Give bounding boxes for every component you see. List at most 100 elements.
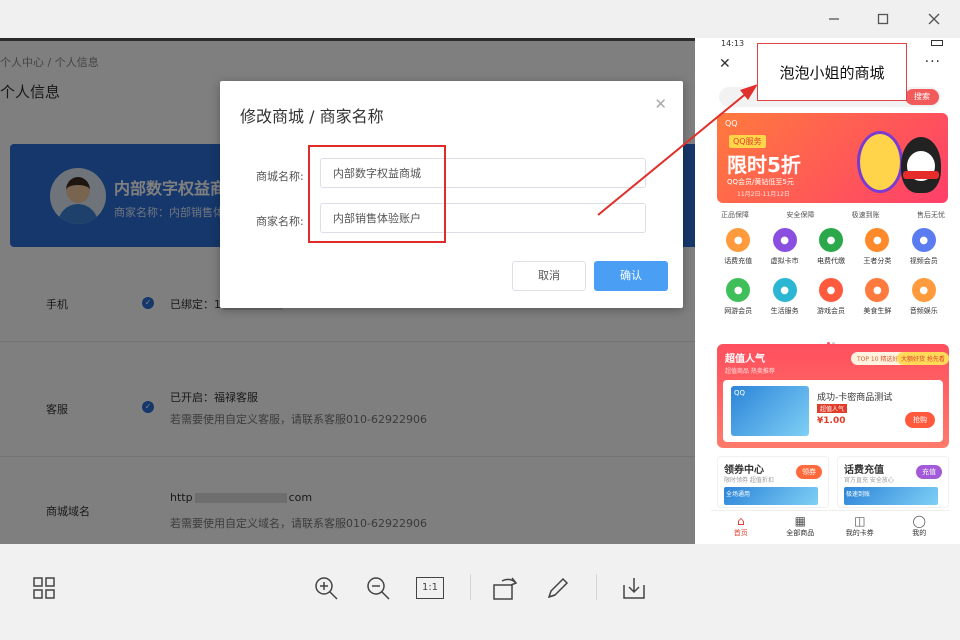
battery-icon bbox=[931, 40, 943, 46]
category-label: 视频会员 bbox=[909, 257, 938, 265]
tab-all-products[interactable]: ▦ 全部商品 bbox=[771, 511, 831, 544]
viewer-toolbar: 1:1 bbox=[0, 544, 960, 640]
category-item[interactable]: ● 美食生鲜 bbox=[854, 278, 900, 316]
guarantee-strip: 正品保障 安全保障 极速到账 售后无忧 bbox=[717, 210, 949, 222]
category-label: 游戏会员 bbox=[816, 307, 845, 315]
maximize-icon[interactable] bbox=[871, 8, 895, 30]
toolbar-divider bbox=[596, 574, 597, 600]
card-icon: ● bbox=[772, 228, 797, 252]
zoom-in-icon[interactable] bbox=[310, 572, 342, 604]
category-label: 话费充值 bbox=[724, 257, 753, 265]
bottom-tabbar: ⌂ 首页 ▦ 全部商品 ◫ 我的卡券 ◯ 我的 bbox=[711, 510, 949, 544]
category-label: 王者分类 bbox=[863, 257, 892, 265]
music-icon: ● bbox=[911, 278, 936, 302]
hot-sub: 超值商品 热卖推荐 bbox=[725, 368, 775, 375]
zoom-out-icon[interactable] bbox=[362, 572, 394, 604]
category-label: 电费代缴 bbox=[816, 257, 845, 265]
gamepad-icon: ● bbox=[726, 278, 751, 302]
guarantee-item: 安全保障 bbox=[786, 211, 815, 219]
download-icon[interactable] bbox=[618, 572, 650, 604]
recharge-sub: 官方直充 安全放心 bbox=[844, 477, 894, 484]
coupon-image: 全场通用 bbox=[724, 487, 818, 505]
more-icon[interactable]: ··· bbox=[925, 54, 941, 70]
coupon-sub: 限时领券 超值折扣 bbox=[724, 477, 774, 484]
category-label: 音频娱乐 bbox=[909, 307, 938, 315]
tab-me[interactable]: ◯ 我的 bbox=[890, 511, 950, 544]
banner-dates: 11月2日-11月12日 bbox=[737, 191, 790, 198]
tab-label: 全部商品 bbox=[786, 529, 815, 537]
minimize-icon[interactable] bbox=[822, 8, 846, 30]
highlight-box bbox=[308, 145, 446, 243]
category-label: 虚拟卡市 bbox=[770, 257, 799, 265]
home-icon: ● bbox=[772, 278, 797, 302]
recharge-image: 极速到账 bbox=[844, 487, 938, 505]
close-icon[interactable] bbox=[922, 8, 946, 30]
tab-home[interactable]: ⌂ 首页 bbox=[711, 511, 771, 544]
product-name: 成功-卡密商品测试 bbox=[817, 393, 893, 403]
hot-badge: 大额好货 抢先看 bbox=[897, 352, 949, 365]
close-icon[interactable]: ✕ bbox=[719, 56, 731, 72]
carousel-dots bbox=[827, 330, 837, 345]
mascot-illustration bbox=[857, 131, 903, 193]
star-icon: ● bbox=[818, 278, 843, 302]
bolt-icon: ● bbox=[818, 228, 843, 252]
category-item[interactable]: ● 话费充值 bbox=[715, 228, 761, 266]
category-label: 网游会员 bbox=[724, 307, 753, 315]
category-label: 生活服务 bbox=[770, 307, 799, 315]
category-item[interactable]: ● 王者分类 bbox=[854, 228, 900, 266]
cancel-button[interactable]: 取消 bbox=[512, 261, 586, 291]
recharge-card[interactable]: 话费充值 官方直充 安全放心 充值 极速到账 bbox=[837, 456, 949, 508]
product-image: QQ bbox=[731, 386, 809, 436]
category-item[interactable]: ● 游戏会员 bbox=[808, 278, 854, 316]
banner-headline: 限时5折 bbox=[727, 153, 801, 177]
hot-title: 超值人气 bbox=[725, 354, 765, 365]
guarantee-item: 极速到账 bbox=[851, 211, 880, 219]
dialog-title: 修改商城 / 商家名称 bbox=[240, 107, 384, 126]
tv-icon: ● bbox=[911, 228, 936, 252]
grid-icon: ▦ bbox=[794, 514, 806, 528]
coupon-row: 领券中心 限时领券 超值折扣 领券 全场通用 话费充值 官方直充 安全放心 充值… bbox=[717, 456, 949, 508]
image-viewer: 个人中心 / 个人信息 个人信息 内部数字权益商 商家名称：内部销售体 手机 ✓… bbox=[0, 38, 960, 544]
category-label: 美食生鲜 bbox=[863, 307, 892, 315]
buy-button[interactable]: 抢购 bbox=[905, 412, 935, 428]
category-item[interactable]: ● 电费代缴 bbox=[808, 228, 854, 266]
category-item[interactable]: ● 生活服务 bbox=[761, 278, 807, 316]
phone-icon: ● bbox=[726, 228, 751, 252]
user-icon: ◯ bbox=[912, 514, 926, 528]
qq-penguin-illustration bbox=[901, 137, 941, 193]
tab-label: 我的 bbox=[912, 529, 927, 537]
category-item[interactable]: ● 视频会员 bbox=[901, 228, 947, 266]
promo-banner[interactable]: QQ QQ服务 限时5折 QQ会员/黄钻低至5元 11月2日-11月12日 bbox=[717, 113, 948, 203]
merchant-name-label: 商家名称: bbox=[256, 215, 304, 228]
category-item[interactable]: ● 虚拟卡市 bbox=[761, 228, 807, 266]
confirm-button[interactable]: 确认 bbox=[594, 261, 668, 291]
dialog-close-icon[interactable]: ✕ bbox=[654, 95, 667, 113]
banner-brand: QQ bbox=[725, 119, 738, 128]
edit-icon[interactable] bbox=[542, 572, 574, 604]
banner-tag: QQ服务 bbox=[729, 135, 766, 148]
edit-name-dialog: 修改商城 / 商家名称 ✕ 商城名称: 商家名称: 取消 确认 bbox=[220, 81, 683, 308]
guarantee-item: 正品保障 bbox=[721, 211, 749, 219]
search-button[interactable]: 搜索 bbox=[905, 89, 939, 105]
home-icon: ⌂ bbox=[736, 514, 745, 528]
coupon-title: 领券中心 bbox=[724, 465, 764, 476]
coupon-button[interactable]: 领券 bbox=[796, 465, 822, 479]
game-icon: ● bbox=[865, 228, 890, 252]
category-item[interactable]: ● 音频娱乐 bbox=[901, 278, 947, 316]
category-item[interactable]: ● 网游会员 bbox=[715, 278, 761, 316]
status-time: 14:13 bbox=[721, 39, 745, 48]
rotate-icon[interactable] bbox=[490, 572, 522, 604]
coupon-center-card[interactable]: 领券中心 限时领券 超值折扣 领券 全场通用 bbox=[717, 456, 829, 508]
annotation-callout: 泡泡小姐的商城 bbox=[757, 43, 907, 101]
tab-my-coupons[interactable]: ◫ 我的卡券 bbox=[830, 511, 890, 544]
product-price: ¥1.00 bbox=[817, 416, 846, 426]
actual-size-label: 1:1 bbox=[416, 577, 444, 599]
actual-size-icon[interactable]: 1:1 bbox=[414, 572, 446, 604]
category-grid: ● 话费充值 ● 虚拟卡市 ● 电费代缴 ● 王者分类 ● 视频会员 ● 网游会员 ● 生活服务 ● 游戏会员… bbox=[715, 228, 947, 316]
product-card[interactable]: QQ 成功-卡密商品测试 超值人气 ¥1.00 抢购 bbox=[723, 380, 943, 442]
tab-label: 首页 bbox=[733, 529, 748, 537]
tab-label: 我的卡券 bbox=[845, 529, 874, 537]
phone-screenshot: 14:13 ✕ ··· 搜索 QQ QQ服务 限时5折 QQ会员/黄钻低至5元 … bbox=[711, 38, 949, 544]
grid-view-icon[interactable] bbox=[28, 572, 60, 604]
recharge-button[interactable]: 充值 bbox=[916, 465, 942, 479]
